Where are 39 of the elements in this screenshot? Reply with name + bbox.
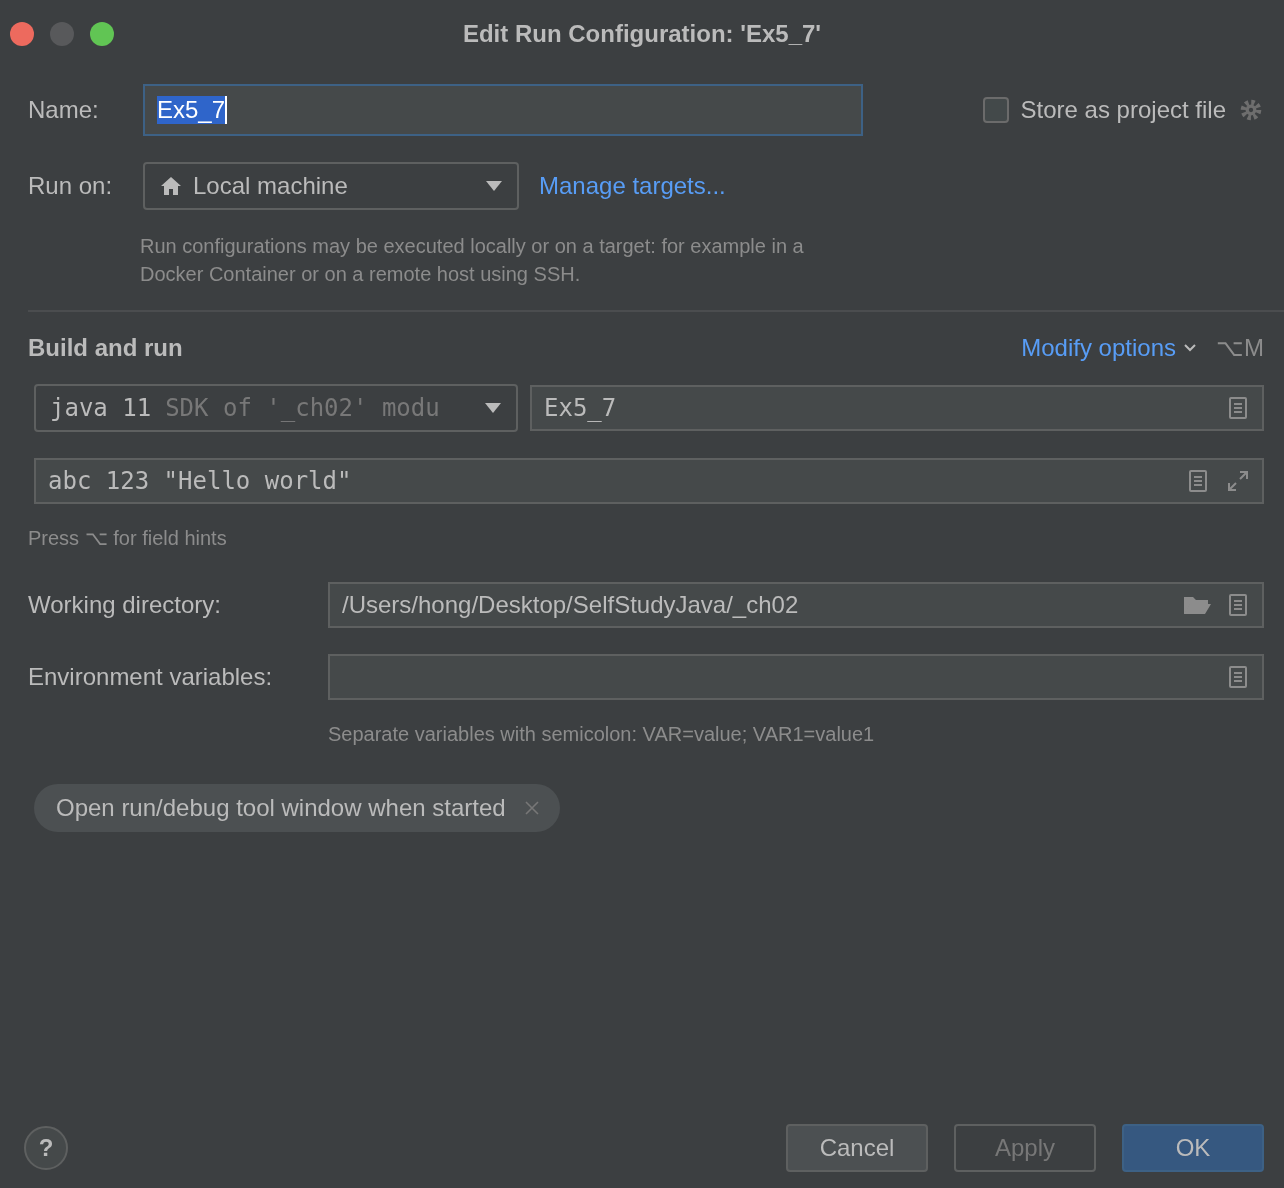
caret-icon [485, 180, 503, 192]
name-value: Ex5_7 [157, 96, 228, 124]
expand-icon [1226, 469, 1250, 493]
document-icon [1226, 593, 1250, 617]
run-on-dropdown[interactable]: Local machine [143, 162, 519, 210]
close-icon [523, 800, 540, 816]
program-arguments-field[interactable]: abc 123 "Hello world" [34, 458, 1264, 504]
working-directory-field[interactable]: /Users/hong/Desktop/SelfStudyJava/_ch02 [328, 582, 1264, 628]
document-icon [1186, 469, 1210, 493]
section-title: Build and run [28, 334, 183, 362]
main-class-field[interactable]: Ex5_7 [530, 385, 1264, 431]
help-button[interactable]: ? [24, 1126, 68, 1170]
modify-options-link[interactable]: Modify options [1021, 334, 1198, 362]
close-button[interactable] [10, 22, 34, 46]
document-icon [1226, 665, 1250, 689]
minimize-button[interactable] [50, 22, 74, 46]
working-directory-label: Working directory: [28, 591, 222, 619]
field-hints-text: Press ⌥ for field hints [28, 526, 228, 551]
manage-targets-link[interactable]: Manage targets... [539, 172, 726, 200]
name-label: Name: [28, 96, 100, 124]
sdk-dropdown[interactable]: java 11 SDK of '_ch02' modu [34, 384, 518, 432]
run-on-label: Run on: [28, 172, 114, 200]
shortcut-label: ⌥M [1216, 334, 1264, 362]
house-icon [159, 174, 183, 198]
environment-variables-label: Environment variables: [28, 663, 274, 691]
environment-variables-field[interactable] [328, 654, 1264, 700]
name-field[interactable]: Ex5_7 [143, 84, 863, 136]
window-title: Edit Run Configuration: 'Ex5_7' [462, 20, 822, 48]
zoom-button[interactable] [90, 22, 114, 46]
dialog-button[interactable]: Cancel [786, 1124, 928, 1172]
document-icon [1226, 396, 1250, 420]
store-checkbox[interactable] [982, 97, 1009, 123]
gear-icon [1238, 97, 1264, 123]
run-on-hint: Run configurations may be executed locally or on a target: for example in a Docker Container or on a remote host using SSH. [140, 234, 805, 287]
option-chip[interactable]: Open run/debug tool window when started [34, 784, 560, 832]
dialog-button[interactable]: OK [1122, 1124, 1264, 1172]
caret-icon [484, 402, 502, 414]
store-label: Store as project file [1020, 96, 1226, 124]
environment-variables-hint: Separate variables with semicolon: VAR=value; VAR1=value1 [328, 722, 876, 747]
